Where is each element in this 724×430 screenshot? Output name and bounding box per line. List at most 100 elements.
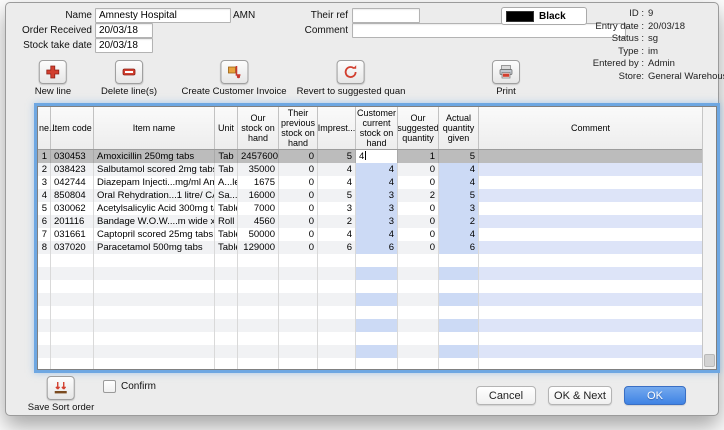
cell-actual-quantity-given[interactable] (439, 358, 479, 369)
table-row[interactable]: 5030062Acetylsalicylic Acid 300mg tabsTa… (38, 202, 703, 215)
table-row[interactable]: 7031661Captopril scored 25mg tabsTablet5… (38, 228, 703, 241)
ok-next-button[interactable]: OK & Next (548, 386, 612, 405)
cell-comment[interactable] (479, 358, 703, 369)
cell-actual-quantity-given[interactable]: 6 (439, 241, 479, 254)
cell-comment[interactable] (479, 280, 703, 293)
cell-customer-current-stock[interactable] (356, 358, 398, 369)
table-row[interactable]: 3042744Diazepam Injecti...mg/ml Amp/2mlA… (38, 176, 703, 189)
cell-comment[interactable] (479, 332, 703, 345)
confirm-checkbox-group[interactable]: Confirm (103, 380, 156, 393)
cell-actual-quantity-given[interactable]: 5 (439, 189, 479, 202)
cell-actual-quantity-given[interactable] (439, 293, 479, 306)
revert-to-suggested-button[interactable]: Revert to suggested quan (297, 60, 406, 97)
cell-line: 8 (38, 241, 51, 254)
cell-customer-current-stock[interactable] (356, 306, 398, 319)
entered-by-label: Entered by : (526, 58, 644, 69)
col-header-item-name[interactable]: Item name (94, 107, 215, 149)
cell-comment[interactable] (479, 267, 703, 280)
cell-actual-quantity-given[interactable] (439, 280, 479, 293)
cell-customer-current-stock[interactable] (356, 267, 398, 280)
cell-actual-quantity-given[interactable]: 4 (439, 176, 479, 189)
cell-comment[interactable] (479, 254, 703, 267)
print-button[interactable]: Print (492, 60, 520, 97)
cell-customer-current-stock[interactable] (356, 280, 398, 293)
cell-comment[interactable] (479, 241, 703, 254)
cell-actual-quantity-given[interactable] (439, 254, 479, 267)
col-header-comment[interactable]: Comment (479, 107, 703, 149)
table-row[interactable]: 6201116Bandage W.O.W....m wide x 5m roll… (38, 215, 703, 228)
cell-customer-current-stock[interactable]: 3 (356, 189, 398, 202)
cell-customer-current-stock[interactable]: 4 (356, 150, 398, 163)
scrollbar-thumb[interactable] (704, 354, 715, 367)
table-row[interactable]: 1030453Amoxicillin 250mg tabsTab24576000… (38, 150, 703, 163)
col-header-unit[interactable]: Unit (215, 107, 238, 149)
stock-take-date-input[interactable] (95, 38, 153, 53)
vertical-scrollbar[interactable] (702, 107, 716, 369)
cell-actual-quantity-given[interactable] (439, 319, 479, 332)
col-header-imprest[interactable]: Imprest... (318, 107, 356, 149)
cell-comment[interactable] (479, 163, 703, 176)
cell-actual-quantity-given[interactable]: 4 (439, 228, 479, 241)
col-header-our-suggested-quantity[interactable]: Our suggested quantity (398, 107, 439, 149)
cell-comment[interactable] (479, 293, 703, 306)
cell-customer-current-stock[interactable] (356, 254, 398, 267)
cell-customer-current-stock[interactable]: 3 (356, 202, 398, 215)
their-ref-input[interactable] (352, 8, 420, 23)
their-ref-label: Their ref (286, 10, 348, 21)
cell-comment[interactable] (479, 202, 703, 215)
col-header-our-stock-on-hand[interactable]: Our stock on hand (238, 107, 279, 149)
cell-actual-quantity-given[interactable] (439, 267, 479, 280)
store-label: Store: (526, 71, 644, 82)
col-header-item-code[interactable]: Item code (51, 107, 94, 149)
cell-customer-current-stock[interactable]: 4 (356, 163, 398, 176)
cell-actual-quantity-given[interactable]: 2 (439, 215, 479, 228)
confirm-checkbox[interactable] (103, 380, 116, 393)
cell-customer-current-stock[interactable] (356, 345, 398, 358)
delete-lines-button[interactable]: Delete line(s) (101, 60, 157, 97)
cell-actual-quantity-given[interactable] (439, 332, 479, 345)
cell-customer-current-stock[interactable] (356, 332, 398, 345)
cell-customer-current-stock[interactable]: 6 (356, 241, 398, 254)
table-row[interactable]: 2038423Salbutamol scored 2mg tabsTab3500… (38, 163, 703, 176)
cell-customer-current-stock[interactable]: 3 (356, 215, 398, 228)
cell-actual-quantity-given[interactable]: 5 (439, 150, 479, 163)
cell-customer-current-stock[interactable] (356, 319, 398, 332)
order-received-input[interactable] (95, 23, 153, 38)
ok-button[interactable]: OK (624, 386, 686, 405)
cancel-button[interactable]: Cancel (476, 386, 536, 405)
cell-actual-quantity-given[interactable]: 3 (439, 202, 479, 215)
cell-comment[interactable] (479, 306, 703, 319)
cell-imprest (318, 358, 356, 369)
cell-comment[interactable] (479, 150, 703, 163)
empty-row (38, 280, 703, 293)
cell-customer-current-stock[interactable]: 4 (356, 228, 398, 241)
cell-actual-quantity-given[interactable] (439, 345, 479, 358)
empty-row (38, 358, 703, 369)
cell-comment[interactable] (479, 345, 703, 358)
cell-customer-current-stock[interactable]: 4 (356, 176, 398, 189)
name-input[interactable] (95, 8, 231, 23)
cell-comment[interactable] (479, 176, 703, 189)
cell-actual-quantity-given[interactable] (439, 306, 479, 319)
col-header-customer-current-stock[interactable]: Customer current stock on hand (356, 107, 398, 149)
cell-comment[interactable] (479, 189, 703, 202)
cell-our-stock-on-hand: 50000 (238, 228, 279, 241)
cell-comment[interactable] (479, 228, 703, 241)
col-header-their-previous-stock[interactable]: Their previous stock on hand (279, 107, 318, 149)
cell-item-name (94, 332, 215, 345)
cell-our-stock-on-hand (238, 267, 279, 280)
cell-item-code (51, 267, 94, 280)
col-header-actual-quantity-given[interactable]: Actual quantity given (439, 107, 479, 149)
cell-customer-current-stock[interactable] (356, 293, 398, 306)
save-sort-order-button[interactable]: Save Sort order (28, 376, 95, 413)
cell-comment[interactable] (479, 215, 703, 228)
create-customer-invoice-button[interactable]: Create Customer Invoice (181, 60, 286, 97)
cell-imprest: 4 (318, 176, 356, 189)
table-row[interactable]: 8037020Paracetamol 500mg tabsTablet12900… (38, 241, 703, 254)
cell-actual-quantity-given[interactable]: 4 (439, 163, 479, 176)
col-header-line[interactable]: ne... (38, 107, 51, 149)
new-line-button[interactable]: New line (35, 60, 71, 97)
cell-comment[interactable] (479, 319, 703, 332)
confirm-label: Confirm (121, 381, 156, 392)
table-row[interactable]: 4850804Oral Rehydration...1 litre/ CAR-1… (38, 189, 703, 202)
